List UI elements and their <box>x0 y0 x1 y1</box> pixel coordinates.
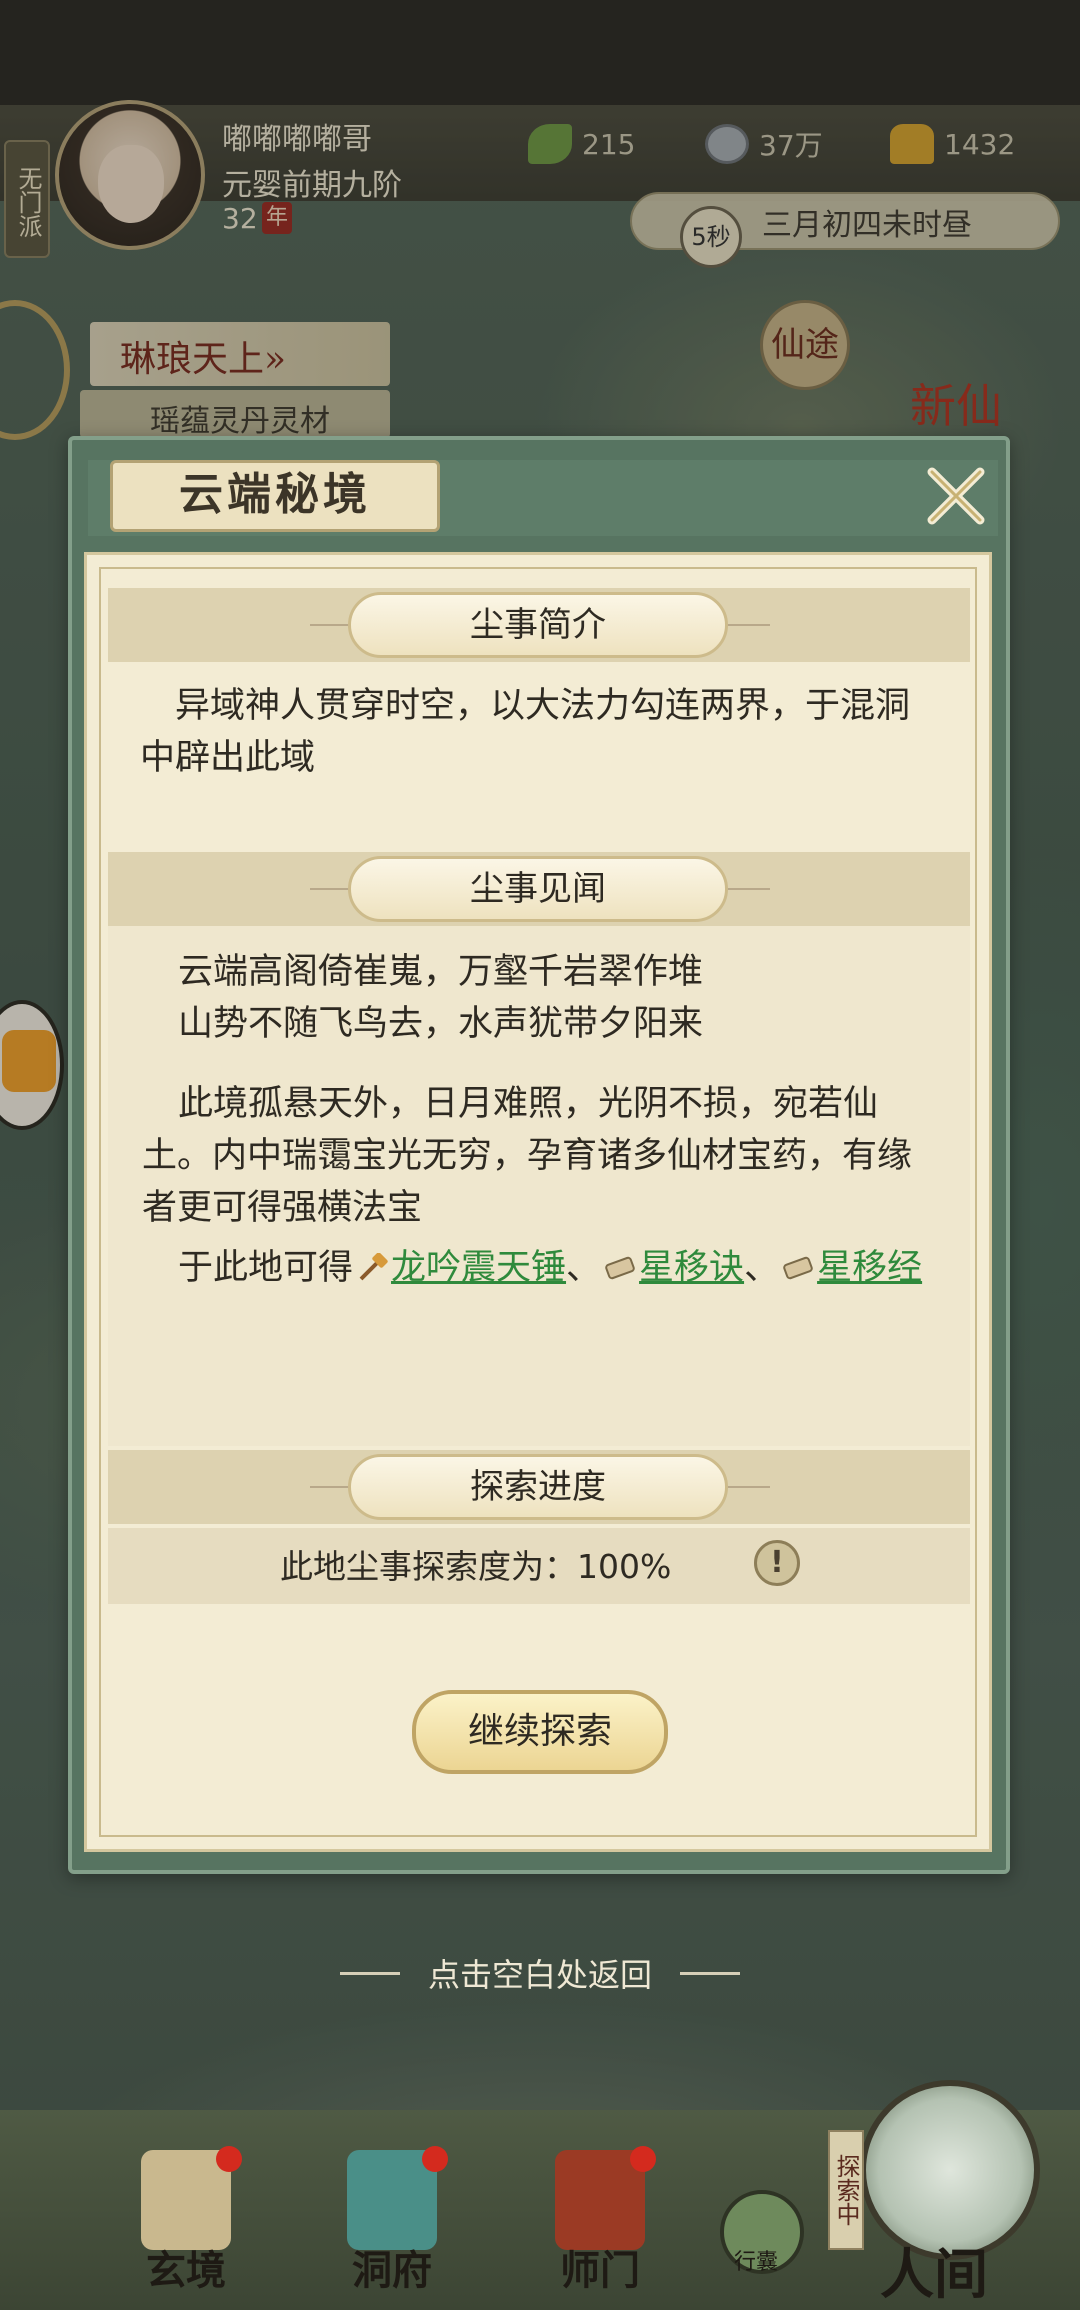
lore-title: 尘事见闻 <box>470 869 606 909</box>
info-icon[interactable]: ! <box>754 1540 800 1586</box>
poem-line-1: 云端高阁倚崔嵬，万壑千岩翠作堆 <box>178 952 704 992</box>
nav-dongfu[interactable]: 洞府 <box>322 2146 462 2310</box>
scroll-icon <box>605 1256 635 1280</box>
close-icon <box>927 467 985 525</box>
close-button[interactable] <box>920 460 992 532</box>
nav-label: 洞府 <box>352 2247 432 2294</box>
world-renjian-button[interactable]: 人间 <box>840 2080 1060 2310</box>
nav-shimen[interactable]: 师门 <box>530 2146 670 2310</box>
bag-label: 行囊 <box>734 2250 779 2275</box>
notification-badge <box>422 2146 448 2172</box>
modal-title: 云端秘境 <box>179 469 371 520</box>
return-hint: 点击空白处返回 <box>427 1956 652 1994</box>
reward-link-xingyi-jing[interactable]: 星移经 <box>817 1248 922 1288</box>
progress-title: 探索进度 <box>470 1467 606 1507</box>
scroll-icon <box>783 1256 813 1280</box>
continue-explore-button[interactable]: 继续探索 <box>412 1690 668 1774</box>
hammer-icon <box>359 1253 388 1281</box>
nav-label: 玄境 <box>146 2247 226 2294</box>
reward-link-hammer[interactable]: 龙吟震天锤 <box>391 1248 566 1288</box>
reward-link-xingyi-jue[interactable]: 星移诀 <box>639 1248 744 1288</box>
rewards-prefix: 于此地可得 <box>178 1248 354 1288</box>
notification-badge <box>630 2146 656 2172</box>
poem-line-2: 山势不随飞鸟去，水声犹带夕阳来 <box>178 1004 704 1044</box>
world-label: 人间 <box>880 2242 988 2306</box>
intro-text: 异域神人贯穿时空，以大法力勾连两界，于混洞中辟出此域 <box>140 686 911 778</box>
notification-badge <box>216 2146 242 2172</box>
exploring-tag: 探索中 <box>828 2130 864 2250</box>
rewards-line: 于此地可得 龙吟震天锤、 星移诀、 星移经 <box>142 1242 942 1294</box>
realm-description: 此境孤悬天外，日月难照，光阴不损，宛若仙土。内中瑞霭宝光无穷，孕育诸多仙材宝药，… <box>142 1084 913 1228</box>
progress-text: 此地尘事探索度为：100% <box>280 1547 672 1586</box>
nav-label: 师门 <box>560 2247 640 2294</box>
nav-xuanjing[interactable]: 玄境 <box>116 2146 256 2310</box>
intro-title: 尘事简介 <box>470 605 606 645</box>
